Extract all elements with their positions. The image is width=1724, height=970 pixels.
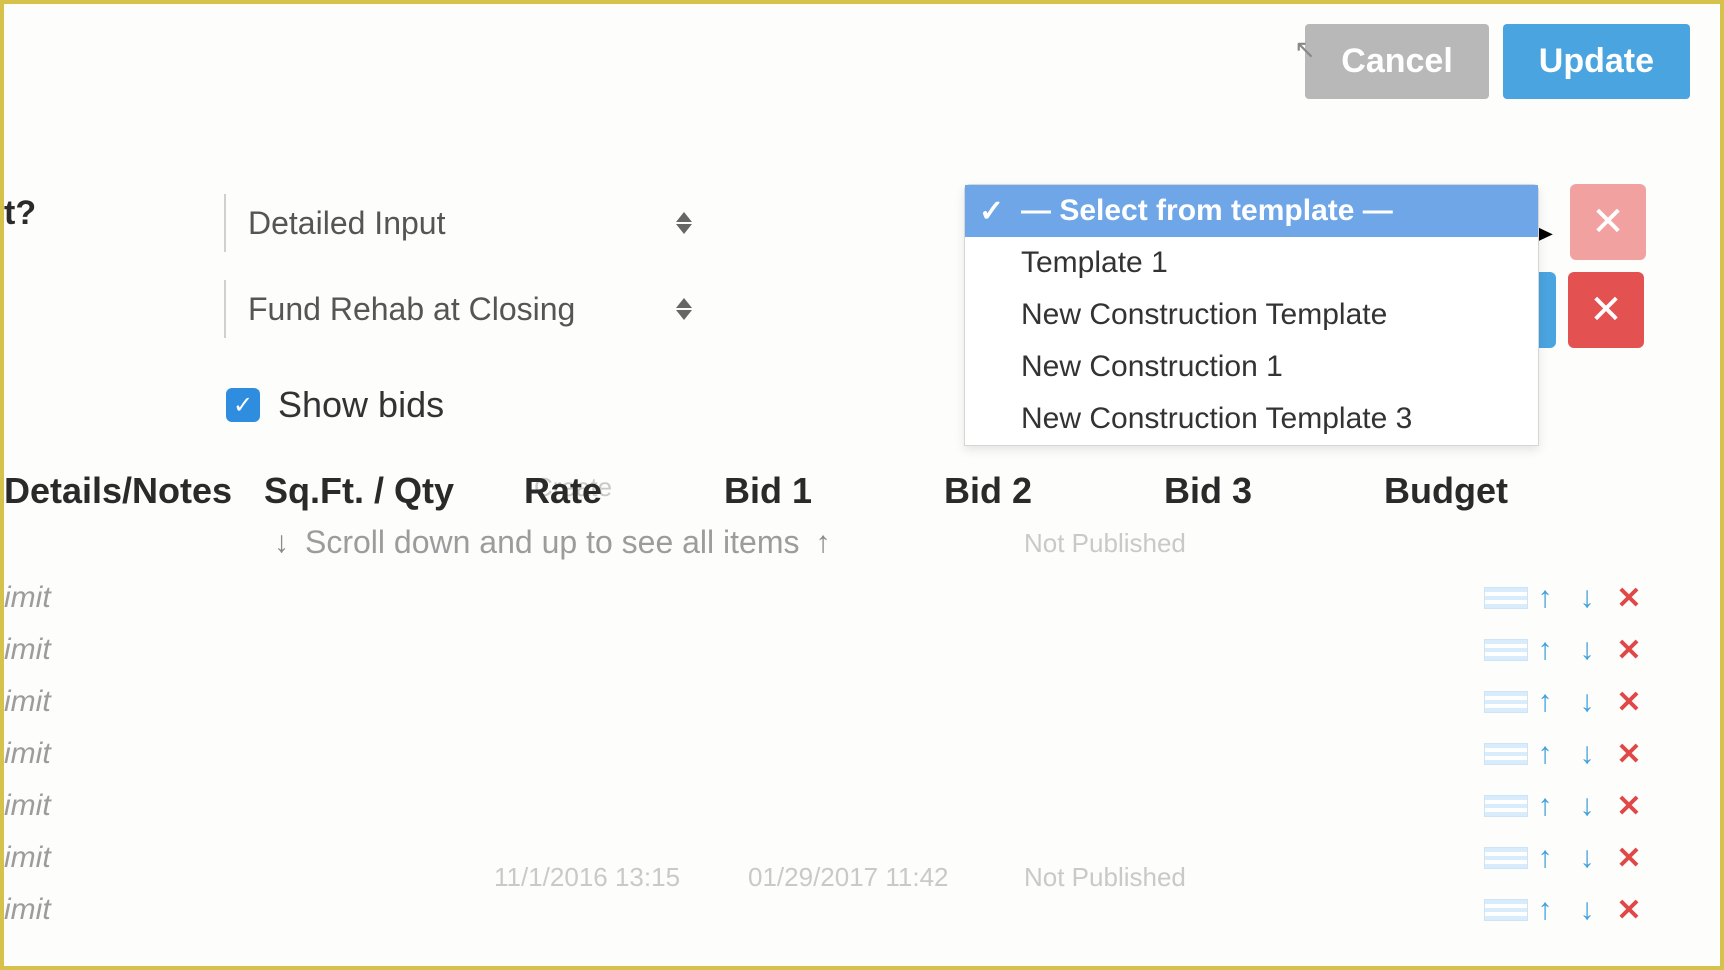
table-row: imit ↑↓✕ xyxy=(4,832,1690,884)
table-row: imit ↑↓✕ xyxy=(4,884,1690,936)
move-up-button[interactable]: ↑ xyxy=(1528,841,1562,875)
table-row: imit ↑↓✕ xyxy=(4,624,1690,676)
ghost-text: Not Published xyxy=(1024,528,1186,559)
move-up-button[interactable]: ↑ xyxy=(1528,893,1562,927)
show-bids-label: Show bids xyxy=(278,384,444,426)
row-details-placeholder[interactable]: imit xyxy=(4,581,264,615)
table-row: imit ↑↓✕ xyxy=(4,728,1690,780)
budget-swatch xyxy=(1484,691,1528,713)
arrow-up-icon: ↑ xyxy=(815,526,830,560)
close-icon xyxy=(1589,287,1623,333)
move-down-button[interactable]: ↓ xyxy=(1570,841,1604,875)
arrow-down-icon: ↓ xyxy=(274,526,289,560)
budget-swatch xyxy=(1484,899,1528,921)
move-down-button[interactable]: ↓ xyxy=(1570,685,1604,719)
input-mode-value: Detailed Input xyxy=(248,205,445,242)
row-details-placeholder[interactable]: imit xyxy=(4,685,264,719)
template-option[interactable]: New Construction 1 xyxy=(965,341,1538,393)
template-option[interactable]: New Construction Template xyxy=(965,289,1538,341)
row-details-placeholder[interactable]: imit xyxy=(4,633,264,667)
budget-swatch xyxy=(1484,795,1528,817)
check-icon xyxy=(979,194,1004,229)
template-option[interactable]: Template 1 xyxy=(965,237,1538,289)
update-button[interactable]: Update xyxy=(1503,24,1690,99)
partial-question-label: t? xyxy=(4,194,36,233)
budget-swatch xyxy=(1484,743,1528,765)
col-details: Details/Notes xyxy=(4,470,264,512)
col-bid3: Bid 3 xyxy=(1164,470,1384,512)
col-bid1: Bid 1 xyxy=(724,470,944,512)
move-up-button[interactable]: ↑ xyxy=(1528,737,1562,771)
row-details-placeholder[interactable]: imit xyxy=(4,841,264,875)
chevron-updown-icon xyxy=(676,298,692,320)
move-up-button[interactable]: ↑ xyxy=(1528,581,1562,615)
chevron-updown-icon xyxy=(676,212,692,234)
template-option-label: New Construction Template 3 xyxy=(1021,402,1412,436)
show-bids-checkbox[interactable] xyxy=(226,388,260,422)
move-up-button[interactable]: ↑ xyxy=(1528,789,1562,823)
delete-row-button[interactable]: ✕ xyxy=(1612,737,1646,771)
delete-row-button[interactable]: ✕ xyxy=(1612,685,1646,719)
budget-swatch xyxy=(1484,847,1528,869)
template-option-label: New Construction Template xyxy=(1021,298,1387,332)
row-details-placeholder[interactable]: imit xyxy=(4,789,264,823)
template-option-label: — Select from template — xyxy=(1021,194,1393,228)
template-option-placeholder[interactable]: — Select from template — xyxy=(965,185,1538,237)
template-option[interactable]: New Construction Template 3 xyxy=(965,393,1538,445)
close-icon xyxy=(1591,199,1625,245)
table-row: imit ↑↓✕ xyxy=(4,572,1690,624)
remove-template-button[interactable] xyxy=(1570,184,1646,260)
template-option-label: Template 1 xyxy=(1021,246,1168,280)
delete-row-button[interactable]: ✕ xyxy=(1612,633,1646,667)
budget-swatch xyxy=(1484,587,1528,609)
cancel-button[interactable]: Cancel xyxy=(1305,24,1489,99)
move-down-button[interactable]: ↓ xyxy=(1570,893,1604,927)
col-sqft: Sq.Ft. / Qty xyxy=(264,470,524,512)
scroll-hint-text: Scroll down and up to see all items xyxy=(305,524,799,561)
row-details-placeholder[interactable]: imit xyxy=(4,893,264,927)
scroll-hint: ↓ Scroll down and up to see all items ↑ xyxy=(274,524,830,561)
template-option-label: New Construction 1 xyxy=(1021,350,1283,384)
table-row: imit ↑↓✕ xyxy=(4,780,1690,832)
check-icon xyxy=(233,391,253,420)
table-header: Details/Notes Sq.Ft. / Qty Rate Bid 1 Bi… xyxy=(4,470,1690,512)
funding-select[interactable]: Fund Rehab at Closing xyxy=(224,280,704,338)
row-details-placeholder[interactable]: imit xyxy=(4,737,264,771)
input-mode-select[interactable]: Detailed Input xyxy=(224,194,704,252)
col-bid2: Bid 2 xyxy=(944,470,1164,512)
delete-row-button[interactable]: ✕ xyxy=(1612,893,1646,927)
move-down-button[interactable]: ↓ xyxy=(1570,737,1604,771)
delete-row-button[interactable]: ✕ xyxy=(1612,581,1646,615)
template-select-open[interactable]: — Select from template — Template 1 New … xyxy=(964,184,1539,446)
move-down-button[interactable]: ↓ xyxy=(1570,633,1604,667)
col-rate: Rate xyxy=(524,470,724,512)
move-up-button[interactable]: ↑ xyxy=(1528,633,1562,667)
table-row: imit ↑↓✕ xyxy=(4,676,1690,728)
move-down-button[interactable]: ↓ xyxy=(1570,581,1604,615)
move-down-button[interactable]: ↓ xyxy=(1570,789,1604,823)
budget-swatch xyxy=(1484,639,1528,661)
remove-template-button[interactable] xyxy=(1568,272,1644,348)
col-budget: Budget xyxy=(1384,470,1604,512)
move-up-button[interactable]: ↑ xyxy=(1528,685,1562,719)
funding-value: Fund Rehab at Closing xyxy=(248,291,575,328)
delete-row-button[interactable]: ✕ xyxy=(1612,789,1646,823)
delete-row-button[interactable]: ✕ xyxy=(1612,841,1646,875)
